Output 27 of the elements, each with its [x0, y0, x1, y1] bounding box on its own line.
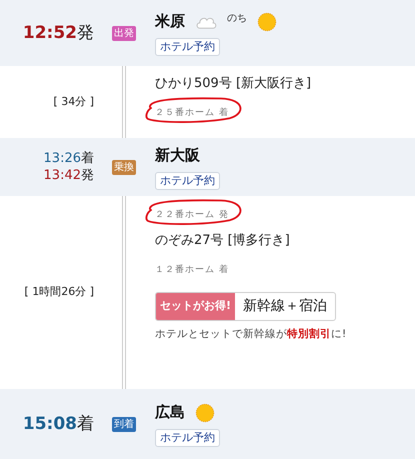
hotel-button[interactable]: ホテル予約 — [155, 38, 220, 56]
train-name: ひかり509号 [新大阪行き] — [155, 76, 312, 92]
promo-tag: セットがお得! — [156, 293, 236, 320]
sun-icon — [257, 12, 277, 32]
train-name: のぞみ27号 [博多行き] — [155, 233, 291, 249]
sun-icon — [195, 402, 215, 422]
travel-duration: [ 1時間26分 ] — [24, 284, 94, 300]
station-badge: 乗換 — [112, 160, 136, 174]
platform-info: ２５番ホーム 着 — [155, 108, 229, 118]
promo-button[interactable]: セットがお得! 新幹線＋宿泊 — [155, 292, 336, 321]
hotel-button[interactable]: ホテル予約 — [155, 172, 220, 190]
weather-later: のち — [227, 12, 247, 26]
hotel-button[interactable]: ホテル予約 — [155, 428, 220, 446]
promo-note: ホテルとセットで新幹線が特別割引に! — [155, 327, 348, 342]
platform-info: ２２番ホーム 発 — [155, 210, 229, 220]
station-time: 13:42発 — [44, 167, 94, 184]
promo-label: 新幹線＋宿泊 — [242, 297, 328, 316]
station-time: 15:08着 — [22, 413, 94, 436]
travel-duration: [ 34分 ] — [53, 94, 94, 110]
station-name: 新大阪 — [155, 145, 200, 166]
station-time: 13:26着 — [44, 150, 94, 167]
station-name: 米原 — [155, 11, 185, 32]
station-time: 12:52発 — [22, 22, 94, 45]
station-badge: 出発 — [112, 26, 136, 40]
station-badge: 到着 — [112, 416, 136, 432]
station-name: 広島 — [155, 402, 185, 424]
platform-info: １２番ホーム 着 — [155, 265, 229, 275]
